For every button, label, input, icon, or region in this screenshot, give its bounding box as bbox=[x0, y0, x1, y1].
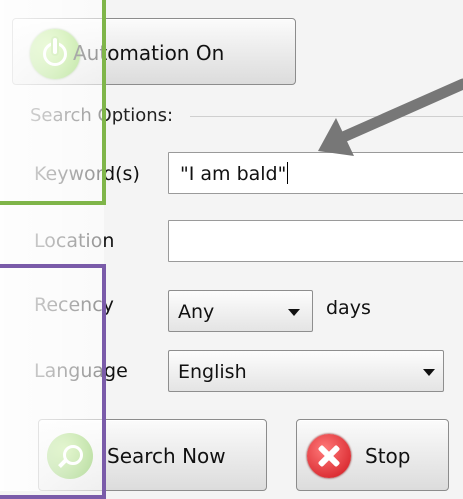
chevron-down-icon bbox=[423, 369, 435, 376]
purple-highlight-box bbox=[0, 264, 106, 499]
search-button-label: Search Now bbox=[107, 444, 226, 468]
keywords-value: "I am bald" bbox=[180, 162, 289, 185]
location-label: Location bbox=[34, 230, 115, 252]
language-select[interactable]: English bbox=[168, 350, 444, 392]
language-value: English bbox=[178, 361, 247, 383]
green-highlight-box bbox=[0, 0, 106, 205]
stop-x-icon bbox=[307, 434, 351, 478]
stop-button-label: Stop bbox=[365, 444, 411, 468]
text-caret bbox=[287, 162, 289, 184]
recency-value: Any bbox=[178, 301, 215, 323]
location-input[interactable] bbox=[168, 220, 463, 262]
recency-select[interactable]: Any bbox=[168, 290, 313, 332]
stop-button[interactable]: Stop bbox=[296, 419, 449, 491]
chevron-down-icon bbox=[288, 309, 300, 316]
annotation-arrow-icon bbox=[318, 78, 463, 156]
days-label: days bbox=[326, 297, 371, 319]
